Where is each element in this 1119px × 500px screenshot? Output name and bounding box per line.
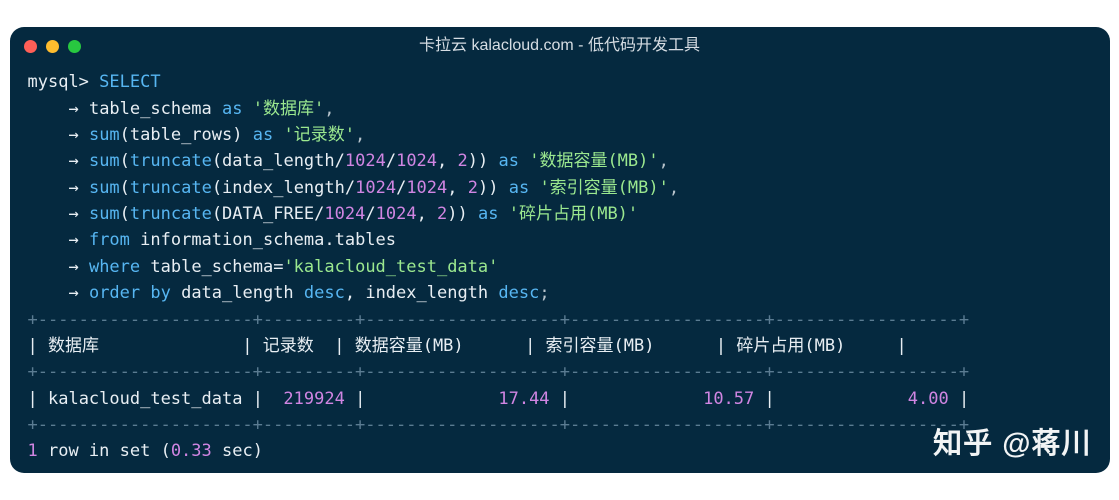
arrow-icon: → [68, 204, 78, 224]
kw-where: where [89, 257, 140, 277]
rparen: )) [447, 204, 478, 224]
terminal-content[interactable]: mysql> SELECT → table_schema as '数据库', →… [10, 65, 1110, 472]
cell-db: kalacloud_test_data [48, 389, 242, 409]
cell-rows: 219924 [283, 389, 344, 409]
num-2: 2 [437, 204, 447, 224]
kw-orderby: order by [89, 283, 171, 303]
fn-trunc: truncate [130, 204, 212, 224]
titlebar: 卡拉云 kalacloud.com - 低代码开发工具 [10, 27, 1110, 65]
fn-trunc: truncate [130, 151, 212, 171]
rparen: )) [478, 178, 509, 198]
cell-data: 17.44 [498, 389, 549, 409]
expr: (table_rows) [120, 125, 253, 145]
num-1024: 1024 [355, 178, 396, 198]
table-border: +---------------------+---------+-------… [10, 307, 1110, 333]
minimize-icon[interactable] [46, 40, 59, 53]
comma-sp: , [437, 151, 457, 171]
arrow-icon: → [68, 151, 78, 171]
traffic-lights [24, 40, 81, 53]
arrow-icon: → [68, 125, 78, 145]
sql-query: mysql> SELECT → table_schema as '数据库', →… [10, 69, 1110, 306]
rparen: )) [468, 151, 499, 171]
arrow-icon: → [68, 178, 78, 198]
num-1024: 1024 [396, 151, 437, 171]
col-h5: 碎片占用(MB) [736, 336, 845, 356]
semicolon: ; [539, 283, 549, 303]
kw-as: as [478, 204, 498, 224]
comma-sp: , [417, 204, 437, 224]
expr: (data_length/ [212, 151, 345, 171]
col-h4: 索引容量(MB) [546, 336, 655, 356]
kw-desc: desc [498, 283, 539, 303]
col-h3: 数据容量(MB) [355, 336, 464, 356]
alias-rows: '记录数' [273, 125, 355, 145]
fn-sum: sum [89, 178, 120, 198]
paren: ( [120, 178, 130, 198]
expr: (index_length/ [212, 178, 355, 198]
maximize-icon[interactable] [68, 40, 81, 53]
table-ref: information_schema.tables [130, 230, 396, 250]
num-2: 2 [468, 178, 478, 198]
table-border: +---------------------+---------+-------… [10, 359, 1110, 385]
paren: ( [120, 204, 130, 224]
cell-index: 10.57 [703, 389, 754, 409]
fn-sum: sum [89, 151, 120, 171]
kw-desc: desc [304, 283, 345, 303]
fn-sum: sum [89, 204, 120, 224]
comma: , [669, 178, 679, 198]
cell-frag: 4.00 [908, 389, 949, 409]
col: data_length [171, 283, 304, 303]
footer-text: sec) [212, 441, 263, 461]
terminal-window: 卡拉云 kalacloud.com - 低代码开发工具 mysql> SELEC… [10, 27, 1110, 472]
str-dbname: 'kalacloud_test_data' [283, 257, 498, 277]
num-2: 2 [458, 151, 468, 171]
col: , index_length [345, 283, 499, 303]
col-h1: 数据库 [48, 336, 99, 356]
alias-db: '数据库' [243, 99, 325, 119]
col-h2: 记录数 [263, 336, 314, 356]
num-1024: 1024 [376, 204, 417, 224]
footer-text: row in set ( [38, 441, 171, 461]
kw-as: as [222, 99, 242, 119]
alias-frag: '碎片占用(MB)' [499, 204, 639, 224]
comma: , [659, 151, 669, 171]
kw-select: SELECT [99, 72, 160, 92]
fn-trunc: truncate [130, 178, 212, 198]
kw-as: as [253, 125, 273, 145]
elapsed-time: 0.33 [171, 441, 212, 461]
row-count: 1 [28, 441, 38, 461]
col-schema: table_schema [89, 99, 222, 119]
slash: / [396, 178, 406, 198]
close-icon[interactable] [24, 40, 37, 53]
watermark: 知乎 @蒋川 [933, 422, 1091, 467]
expr: (DATA_FREE/ [212, 204, 325, 224]
fn-sum: sum [89, 125, 120, 145]
alias-index: '索引容量(MB)' [529, 178, 669, 198]
arrow-icon: → [68, 99, 78, 119]
comma-sp: , [447, 178, 467, 198]
paren: ( [120, 151, 130, 171]
comma: , [324, 99, 334, 119]
cond: table_schema= [140, 257, 283, 277]
window-title: 卡拉云 kalacloud.com - 低代码开发工具 [10, 34, 1110, 59]
arrow-icon: → [68, 230, 78, 250]
num-1024: 1024 [345, 151, 386, 171]
table-row: | kalacloud_test_data | 219924 | 17.44 |… [10, 386, 1110, 412]
table-header: | 数据库 | 记录数 | 数据容量(MB) | 索引容量(MB) | 碎片占用… [10, 333, 1110, 359]
num-1024: 1024 [324, 204, 365, 224]
slash: / [386, 151, 396, 171]
arrow-icon: → [68, 283, 78, 303]
num-1024: 1024 [406, 178, 447, 198]
slash: / [365, 204, 375, 224]
arrow-icon: → [68, 257, 78, 277]
alias-data: '数据容量(MB)' [519, 151, 659, 171]
kw-as: as [498, 151, 518, 171]
kw-as: as [509, 178, 529, 198]
kw-from: from [89, 230, 130, 250]
comma: , [355, 125, 365, 145]
prompt: mysql> [28, 72, 89, 92]
